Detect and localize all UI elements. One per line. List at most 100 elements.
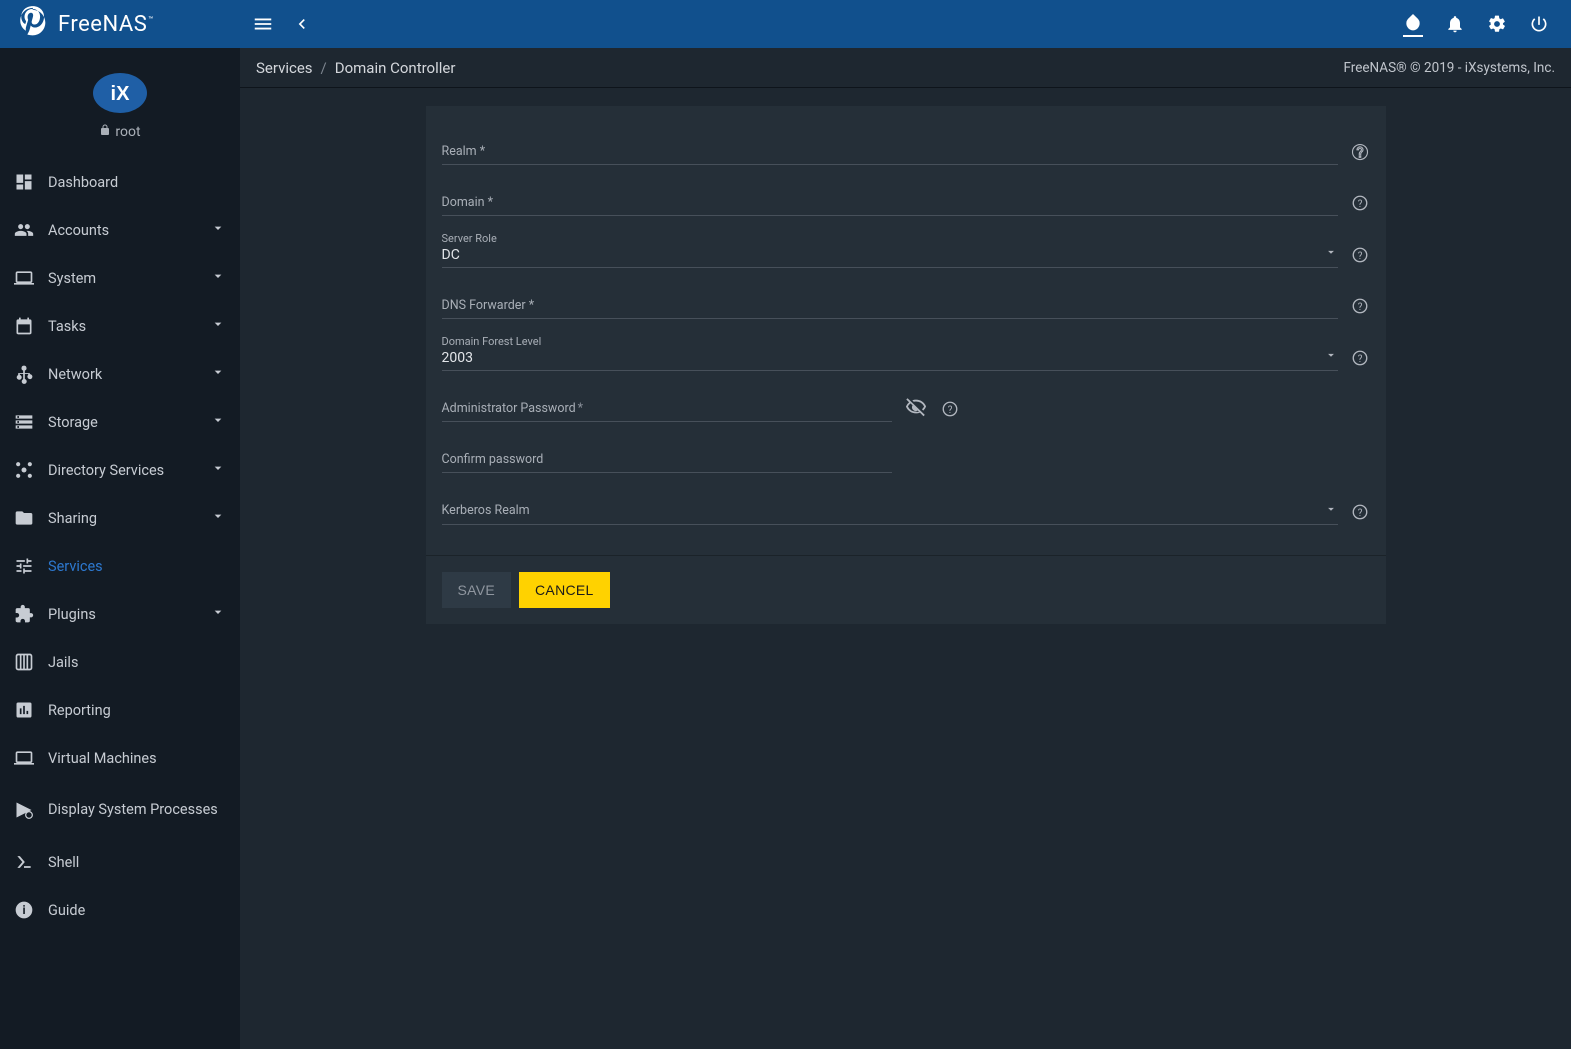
kerberos-select[interactable] xyxy=(442,489,1338,525)
sidebar: iX root Dashboard Accounts System Tasks xyxy=(0,48,240,1049)
network-icon xyxy=(14,364,42,384)
gear-icon[interactable] xyxy=(1487,14,1507,34)
chevron-down-icon xyxy=(210,604,226,624)
theme-icon[interactable] xyxy=(1403,12,1423,37)
sidebar-item-vms[interactable]: Virtual Machines xyxy=(0,734,240,782)
realm-input[interactable] xyxy=(442,130,1338,165)
sidebar-item-storage[interactable]: Storage xyxy=(0,398,240,446)
nav-label: Reporting xyxy=(42,702,226,719)
chevron-down-icon xyxy=(210,460,226,480)
help-icon[interactable]: ? xyxy=(1350,289,1370,319)
help-icon[interactable] xyxy=(1350,135,1370,165)
ix-logo-icon: iX xyxy=(92,72,148,114)
sidebar-item-shell[interactable]: Shell xyxy=(0,838,240,886)
nav-label: Storage xyxy=(42,414,210,431)
sidebar-item-system[interactable]: System xyxy=(0,254,240,302)
nav-label: Display System Processes xyxy=(42,801,226,820)
topbar: FreeNAS ™ xyxy=(0,0,1571,48)
confirm-pw-input[interactable] xyxy=(442,438,892,473)
nav-label: Dashboard xyxy=(42,174,226,191)
sidebar-item-guide[interactable]: i Guide xyxy=(0,886,240,934)
save-button[interactable]: SAVE xyxy=(442,572,512,608)
card-actions: SAVE CANCEL xyxy=(426,555,1386,624)
sidebar-item-services[interactable]: Services xyxy=(0,542,240,590)
help-icon[interactable]: ? xyxy=(1350,495,1370,525)
services-icon xyxy=(14,556,42,576)
server-role-value: DC xyxy=(442,247,460,263)
svg-text:?: ? xyxy=(1357,199,1362,210)
app-name: FreeNAS xyxy=(58,12,147,37)
power-icon[interactable] xyxy=(1529,14,1549,34)
nav-label: Jails xyxy=(42,654,226,671)
sidebar-item-tasks[interactable]: Tasks xyxy=(0,302,240,350)
breadcrumb-parent[interactable]: Services xyxy=(256,59,313,77)
username: root xyxy=(115,124,140,140)
shell-icon xyxy=(14,852,42,872)
breadcrumb-current: Domain Controller xyxy=(335,59,456,77)
sidebar-item-dashboard[interactable]: Dashboard xyxy=(0,158,240,206)
cancel-button[interactable]: CANCEL xyxy=(519,572,610,608)
chevron-down-icon xyxy=(210,268,226,288)
dashboard-icon xyxy=(14,172,42,192)
bell-icon[interactable] xyxy=(1445,14,1465,34)
app-logo-icon xyxy=(14,5,52,43)
chevron-down-icon xyxy=(210,508,226,528)
sidebar-item-jails[interactable]: Jails xyxy=(0,638,240,686)
help-icon[interactable]: ? xyxy=(1350,238,1370,268)
help-icon[interactable]: ? xyxy=(1350,341,1370,371)
sidebar-item-network[interactable]: Network xyxy=(0,350,240,398)
main: Services / Domain Controller FreeNAS® © … xyxy=(240,48,1571,1049)
dns-forwarder-input[interactable] xyxy=(442,284,1338,319)
breadcrumb: Services / Domain Controller FreeNAS® © … xyxy=(240,48,1571,88)
sidebar-item-plugins[interactable]: Plugins xyxy=(0,590,240,638)
form-card: Realm * Domain * ? xyxy=(426,106,1386,624)
sidebar-item-accounts[interactable]: Accounts xyxy=(0,206,240,254)
nav-label: Services xyxy=(42,558,226,575)
svg-text:?: ? xyxy=(1357,302,1362,313)
svg-text:?: ? xyxy=(1357,508,1362,519)
processes-icon xyxy=(14,800,42,820)
nav-label: Sharing xyxy=(42,510,210,527)
sharing-icon xyxy=(14,508,42,528)
admin-pw-input[interactable] xyxy=(442,387,892,422)
nav-label: Plugins xyxy=(42,606,210,623)
sidebar-item-directory[interactable]: Directory Services xyxy=(0,446,240,494)
plugins-icon xyxy=(14,604,42,624)
sidebar-org: iX root xyxy=(0,48,240,158)
nav-label: System xyxy=(42,270,210,287)
help-icon[interactable]: ? xyxy=(1350,186,1370,216)
svg-text:?: ? xyxy=(947,405,952,416)
chevron-down-icon xyxy=(1324,245,1338,263)
nav-label: Directory Services xyxy=(42,462,210,479)
menu-icon[interactable] xyxy=(252,13,274,35)
chevron-down-icon xyxy=(1324,502,1338,520)
domain-input[interactable] xyxy=(442,181,1338,216)
guide-icon: i xyxy=(14,900,42,920)
storage-icon xyxy=(14,412,42,432)
sidebar-item-reporting[interactable]: Reporting xyxy=(0,686,240,734)
nav-label: Accounts xyxy=(42,222,210,239)
chevron-left-icon[interactable] xyxy=(292,14,312,34)
svg-text:?: ? xyxy=(1357,354,1362,365)
chevron-down-icon xyxy=(210,412,226,432)
svg-text:i: i xyxy=(22,903,25,917)
vm-icon xyxy=(14,748,42,768)
help-icon[interactable]: ? xyxy=(940,392,960,422)
chevron-down-icon xyxy=(1324,348,1338,366)
jails-icon xyxy=(14,652,42,672)
visibility-off-icon[interactable] xyxy=(904,392,928,422)
lock-icon xyxy=(99,124,111,140)
svg-text:iX: iX xyxy=(111,83,131,105)
nav-label: Guide xyxy=(42,902,226,919)
nav-label: Virtual Machines xyxy=(42,750,226,767)
server-role-select[interactable]: DC xyxy=(442,232,1338,268)
forest-level-select[interactable]: 2003 xyxy=(442,335,1338,371)
chevron-down-icon xyxy=(210,220,226,240)
nav-label: Network xyxy=(42,366,210,383)
reporting-icon xyxy=(14,700,42,720)
nav-label: Tasks xyxy=(42,318,210,335)
sidebar-item-processes[interactable]: Display System Processes xyxy=(0,782,240,838)
sidebar-item-sharing[interactable]: Sharing xyxy=(0,494,240,542)
nav-label: Shell xyxy=(42,854,226,871)
forest-level-value: 2003 xyxy=(442,350,473,366)
